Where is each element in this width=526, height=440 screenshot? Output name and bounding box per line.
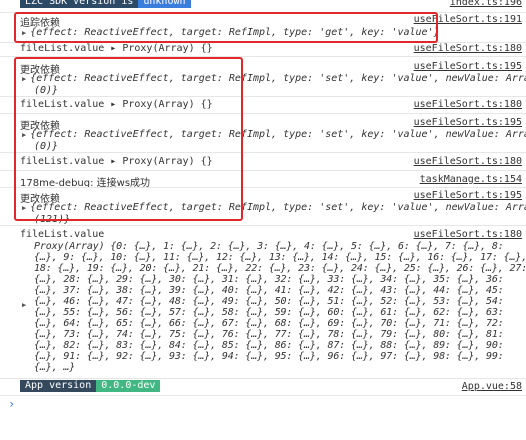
proxy-line: {…}, 55: {…}, 56: {…}, 57: {…}, 58: {…},… [34,307,504,318]
log-label: fileList.value [20,229,105,240]
divider [0,225,526,226]
expand-arrow-icon[interactable]: ▶ [22,301,26,309]
source-link[interactable]: App.vue:58 [462,381,522,392]
source-link[interactable]: index.ts:196 [450,0,522,8]
console-prompt-icon[interactable]: › [8,397,15,411]
source-link[interactable]: useFileSort.ts:180 [414,156,522,167]
app-label-badge: App version [20,380,97,392]
log-app-version: App version 0.0.0-dev App.vue:58 [0,380,526,394]
app-value-badge: 0.0.0-dev [96,380,161,392]
proxy-line: Proxy(Array) {0: {…}, 1: {…}, 2: {…}, 3:… [34,241,504,252]
log-sdk-version: LZC SDK Version is unknown index.ts:196 [0,0,526,10]
highlight-box [14,57,243,221]
proxy-line: {…}, 91: {…}, 92: {…}, 93: {…}, 94: {…},… [34,351,504,362]
sdk-value-badge: unknown [138,0,191,8]
proxy-line: 18: {…}, 19: {…}, 20: {…}, 21: {…}, 22: … [34,263,526,274]
highlight-box [14,12,438,43]
proxy-line: {…}, 46: {…}, 47: {…}, 48: {…}, 49: {…},… [34,296,504,307]
proxy-line: {…}, 82: {…}, 83: {…}, 84: {…}, 85: {…},… [34,340,504,351]
divider [0,378,526,379]
proxy-line: {…}, 73: {…}, 74: {…}, 75: {…}, 76: {…},… [34,329,504,340]
sdk-label-badge: LZC SDK Version is [20,0,139,8]
proxy-line: {…}, …} [34,362,76,373]
source-link[interactable]: taskManage.ts:154 [420,174,522,185]
source-link[interactable]: useFileSort.ts:180 [414,229,522,240]
source-link[interactable]: useFileSort.ts:180 [414,43,522,54]
source-link[interactable]: useFileSort.ts:195 [414,117,522,128]
source-link[interactable]: useFileSort.ts:195 [414,61,522,72]
source-link[interactable]: useFileSort.ts:195 [414,190,522,201]
source-link[interactable]: useFileSort.ts:180 [414,99,522,110]
proxy-line: {…}, 64: {…}, 65: {…}, 66: {…}, 67: {…},… [34,318,504,329]
proxy-line: {…}, 37: {…}, 38: {…}, 39: {…}, 40: {…},… [34,285,504,296]
proxy-line: {…}, 9: {…}, 10: {…}, 11: {…}, 12: {…}, … [34,252,526,263]
proxy-line: {…}, 28: {…}, 29: {…}, 30: {…}, 31: {…},… [34,274,504,285]
log-text: fileList.value ▸ Proxy(Array) {} [20,43,213,54]
divider [0,395,526,396]
